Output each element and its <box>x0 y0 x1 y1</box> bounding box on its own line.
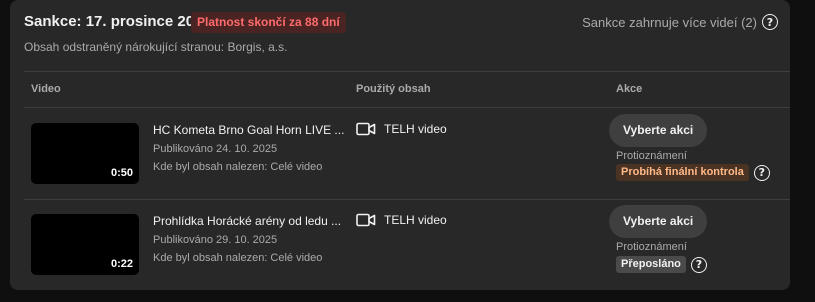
counter-status: Probíhá finální kontrola ? <box>616 164 770 181</box>
video-camera-icon <box>356 122 376 136</box>
video-thumbnail[interactable]: 0:22 <box>31 214 139 275</box>
used-content-label: TELH video <box>384 122 447 136</box>
claimant-subtitle: Obsah odstraněný nárokující stranou: Bor… <box>24 40 288 54</box>
video-title[interactable]: HC Kometa Brno Goal Horn LIVE ... <box>153 123 344 137</box>
column-header-video: Video <box>31 83 61 95</box>
divider <box>24 71 790 72</box>
table-row: 0:22 Prohlídka Horácké arény od ledu ...… <box>24 199 790 290</box>
help-icon[interactable]: ? <box>762 14 778 30</box>
strike-title: Sankce: 17. prosince 2025 <box>24 13 211 30</box>
video-camera-icon <box>356 213 376 227</box>
content-found: Kde byl obsah nalezen: Celé video <box>153 252 323 264</box>
used-content[interactable]: TELH video <box>356 213 447 227</box>
used-content[interactable]: TELH video <box>356 122 447 136</box>
multi-videos-info: Sankce zahrnuje více videí (2) ? <box>582 14 778 30</box>
video-duration: 0:50 <box>110 167 133 179</box>
counter-status: Přeposláno ? <box>616 256 707 273</box>
multi-videos-label: Sankce zahrnuje více videí (2) <box>582 14 757 30</box>
content-found: Kde byl obsah nalezen: Celé video <box>153 161 323 173</box>
help-icon[interactable]: ? <box>753 164 770 181</box>
expiry-badge: Platnost skončí za 88 dní <box>191 12 346 33</box>
counter-notification-label: Protioznámení <box>616 241 687 253</box>
video-published: Publikováno 29. 10. 2025 <box>153 234 278 246</box>
status-badge: Přeposláno <box>616 256 686 273</box>
status-badge: Probíhá finální kontrola <box>616 164 749 181</box>
video-thumbnail[interactable]: 0:50 <box>31 123 139 184</box>
choose-action-button[interactable]: Vyberte akci <box>609 205 708 238</box>
used-content-label: TELH video <box>384 213 447 227</box>
video-published: Publikováno 24. 10. 2025 <box>153 143 278 155</box>
column-header-action: Akce <box>616 83 643 95</box>
help-icon[interactable]: ? <box>690 256 707 273</box>
counter-notification-label: Protioznámení <box>616 150 687 162</box>
strike-card: Sankce: 17. prosince 2025 Platnost skonč… <box>10 0 790 290</box>
table-row: 0:50 HC Kometa Brno Goal Horn LIVE ... P… <box>24 108 790 199</box>
video-duration: 0:22 <box>110 258 133 270</box>
video-title[interactable]: Prohlídka Horácké arény od ledu ... <box>153 214 341 228</box>
choose-action-button[interactable]: Vyberte akci <box>609 114 708 147</box>
column-header-used-content: Použitý obsah <box>356 83 431 95</box>
